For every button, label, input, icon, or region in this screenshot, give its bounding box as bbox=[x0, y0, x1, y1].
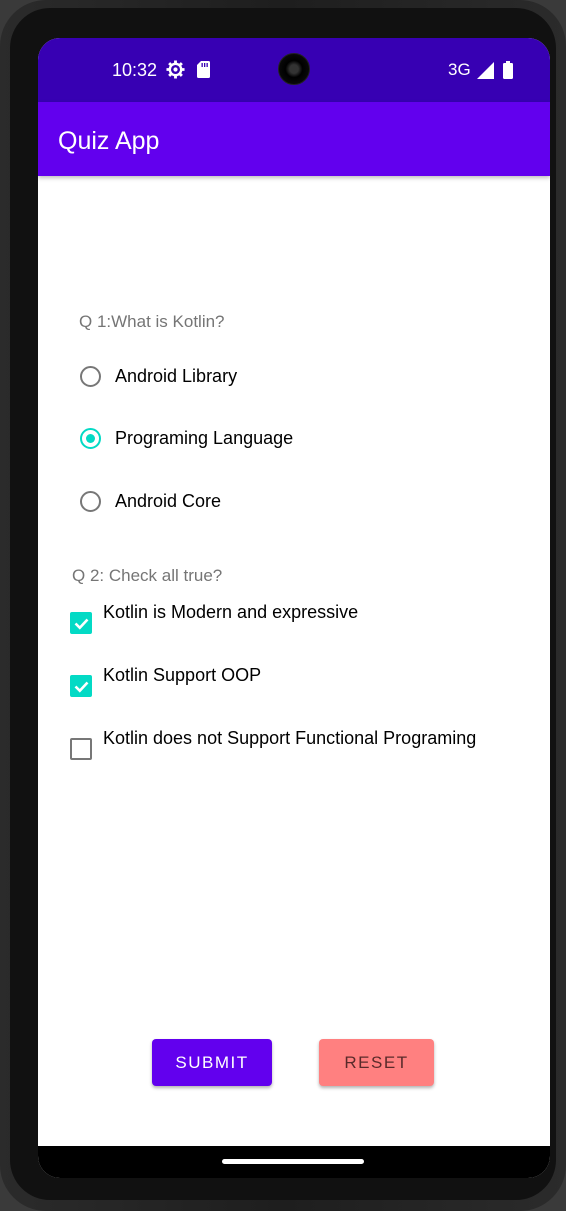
checkbox-label: Kotlin does not Support Functional Progr… bbox=[103, 728, 477, 748]
radio-option-android-library[interactable]: Android Library bbox=[80, 361, 237, 391]
radio-label: Android Core bbox=[115, 490, 222, 511]
gear-icon bbox=[166, 60, 185, 79]
reset-button[interactable]: RESET bbox=[319, 1039, 434, 1086]
checkbox-checked[interactable] bbox=[70, 675, 92, 697]
device-frame: 10:32 3G Quiz App Q 1:What is Kotlin? An… bbox=[0, 0, 566, 1211]
device-bezel: 10:32 3G Quiz App Q 1:What is Kotlin? An… bbox=[10, 8, 556, 1200]
home-gesture-handle[interactable] bbox=[222, 1159, 364, 1164]
check-icon bbox=[74, 681, 89, 693]
app-bar: Quiz App bbox=[38, 102, 550, 176]
checkbox-checked[interactable] bbox=[70, 612, 92, 634]
signal-icon bbox=[477, 62, 494, 79]
question-1-text: Q 1:What is Kotlin? bbox=[79, 312, 225, 331]
radio-option-programing-language[interactable]: Programing Language bbox=[80, 423, 293, 453]
network-type: 3G bbox=[448, 60, 471, 79]
checkbox-label: Kotlin Support OOP bbox=[103, 665, 262, 685]
radio-option-android-core[interactable]: Android Core bbox=[80, 486, 221, 516]
radio-button[interactable] bbox=[80, 490, 101, 512]
sd-card-icon bbox=[197, 61, 210, 78]
check-icon bbox=[74, 618, 89, 630]
navigation-bar bbox=[38, 1146, 550, 1178]
battery-icon bbox=[503, 61, 513, 79]
radio-label: Programing Language bbox=[115, 427, 294, 448]
checkbox-unchecked[interactable] bbox=[70, 738, 92, 760]
question-2-text: Q 2: Check all true? bbox=[72, 566, 223, 585]
front-camera-icon bbox=[278, 53, 310, 85]
radio-button-selected[interactable] bbox=[80, 427, 101, 449]
radio-button[interactable] bbox=[80, 365, 101, 387]
radio-label: Android Library bbox=[115, 365, 238, 386]
status-time: 10:32 bbox=[112, 60, 158, 80]
status-bar: 10:32 3G bbox=[38, 38, 550, 102]
app-title: Quiz App bbox=[58, 127, 160, 155]
checkbox-label: Kotlin is Modern and expressive bbox=[103, 602, 359, 622]
submit-button[interactable]: SUBMIT bbox=[152, 1039, 272, 1086]
screen: 10:32 3G Quiz App Q 1:What is Kotlin? An… bbox=[38, 38, 550, 1178]
